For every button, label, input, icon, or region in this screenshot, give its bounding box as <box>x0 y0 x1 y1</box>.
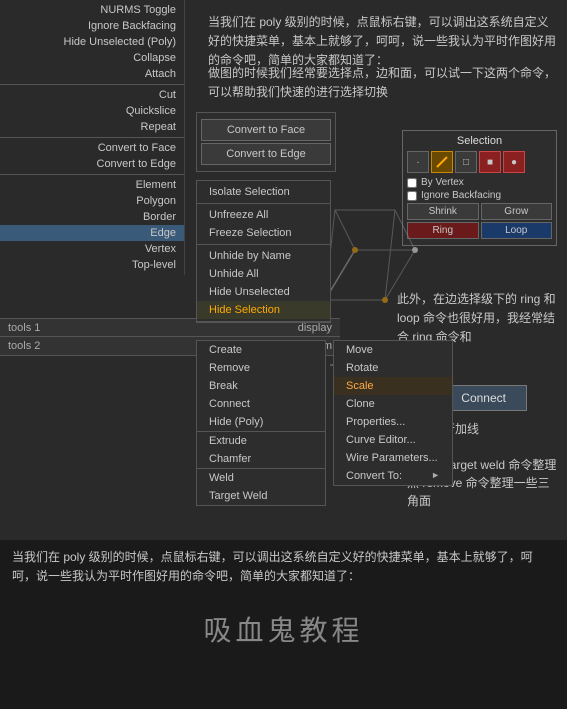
toolbar-convert-edge[interactable]: Convert to Edge <box>0 156 184 172</box>
divider1 <box>0 84 184 85</box>
connect-button[interactable]: Connect <box>440 385 527 411</box>
selection-panel: Selection · □ ■ ● By Vertex Ignore Backf… <box>402 130 557 246</box>
menu-isolate[interactable]: Isolate Selection <box>197 183 330 201</box>
text-content: 当我们在 poly 级别的时候，点鼠标右键，可以调出这系统自定义好的快捷菜单，基… <box>0 540 567 594</box>
toolbar-element[interactable]: Element <box>0 177 184 193</box>
menu-hide-poly[interactable]: Hide (Poly) <box>197 413 325 431</box>
context-menu: Isolate Selection Unfreeze All Freeze Se… <box>196 180 331 323</box>
ring-loop-row: Ring Loop <box>407 222 552 239</box>
selection-icon-row: · □ ■ ● <box>407 151 552 173</box>
transform-submenu: Move Rotate Scale Clone Properties... Cu… <box>333 340 453 486</box>
polygon-icon-sel[interactable]: ■ <box>479 151 501 173</box>
text-body-1: 当我们在 poly 级别的时候，点鼠标右键，可以调出这系统自定义好的快捷菜单，基… <box>12 548 555 586</box>
menu-unhide-all[interactable]: Unhide All <box>197 265 330 283</box>
ignore-backfacing-row: Ignore Backfacing <box>407 190 552 201</box>
toolbar-border[interactable]: Border <box>0 209 184 225</box>
annotation-text-2: 做图的时候我们经常要选择点，边和面，可以试一下这两个命令，可以帮助我们快速的进行… <box>208 64 559 102</box>
menu-remove[interactable]: Remove <box>197 359 325 377</box>
menu-unhide-name[interactable]: Unhide by Name <box>197 247 330 265</box>
menu-break[interactable]: Break <box>197 377 325 395</box>
toolbar-cut[interactable]: Cut <box>0 87 184 103</box>
toolbar-convert-face[interactable]: Convert to Face <box>0 140 184 156</box>
menu-rotate[interactable]: Rotate <box>334 359 452 377</box>
by-vertex-label: By Vertex <box>421 177 464 188</box>
divider3 <box>0 174 184 175</box>
left-toolbar: NURMS Toggle Ignore Backfacing Hide Unse… <box>0 0 185 275</box>
toolbar-collapse[interactable]: Collapse <box>0 50 184 66</box>
menu-extrude[interactable]: Extrude <box>197 432 325 450</box>
divider2 <box>0 137 184 138</box>
toolbar-attach[interactable]: Attach <box>0 66 184 82</box>
element-icon-sel[interactable]: ● <box>503 151 525 173</box>
by-vertex-row: By Vertex <box>407 177 552 188</box>
toolbar-vertex[interactable]: Vertex <box>0 241 184 257</box>
loop-btn[interactable]: Loop <box>481 222 553 239</box>
menu-convert-to[interactable]: Convert To: <box>334 467 452 485</box>
border-icon-sel[interactable]: □ <box>455 151 477 173</box>
menu-hide-unselected[interactable]: Hide Unselected <box>197 283 330 301</box>
vertex-icon[interactable]: · <box>407 151 429 173</box>
tools2-label: tools 2 <box>0 340 48 352</box>
menu-properties[interactable]: Properties... <box>334 413 452 431</box>
menu-freeze[interactable]: Freeze Selection <box>197 224 330 242</box>
by-vertex-checkbox[interactable] <box>407 178 417 188</box>
toolbar-repeat[interactable]: Repeat <box>0 119 184 135</box>
transform-menu: Create Remove Break Connect Hide (Poly) … <box>196 340 326 506</box>
menu-wire-params[interactable]: Wire Parameters... <box>334 449 452 467</box>
menu-clone[interactable]: Clone <box>334 395 452 413</box>
menu-scale[interactable]: Scale <box>334 377 452 395</box>
menu-connect[interactable]: Connect <box>197 395 325 413</box>
shrink-grow-row: Shrink Grow <box>407 203 552 220</box>
convert-to-face-btn[interactable]: Convert to Face <box>201 119 331 141</box>
menu-target-weld[interactable]: Target Weld <box>197 487 325 505</box>
ignore-backfacing-label: Ignore Backfacing <box>421 190 501 201</box>
annotation-text-2-area: 做图的时候我们经常要选择点，边和面，可以试一下这两个命令，可以帮助我们快速的进行… <box>200 60 567 106</box>
menu-curve-editor[interactable]: Curve Editor... <box>334 431 452 449</box>
menu-chamfer[interactable]: Chamfer <box>197 450 325 468</box>
menu-weld[interactable]: Weld <box>197 469 325 487</box>
toolbar-nurms[interactable]: NURMS Toggle <box>0 2 184 18</box>
edge-icon-sel[interactable] <box>431 151 453 173</box>
menu-move[interactable]: Move <box>334 341 452 359</box>
toolbar-polygon[interactable]: Polygon <box>0 193 184 209</box>
menu-hide-selection[interactable]: Hide Selection <box>197 301 330 319</box>
selection-title: Selection <box>407 135 552 147</box>
grow-btn[interactable]: Grow <box>481 203 553 220</box>
tools1-label: tools 1 <box>0 322 48 334</box>
ring-loop-annotation: 此外，在边选择级下的 ring 和 loop 命令也很好用，我经常结合 ring… <box>397 290 557 348</box>
ring-loop-text: 此外，在边选择级下的 ring 和 loop 命令也很好用，我经常结合 ring… <box>397 290 557 348</box>
toolbar-edge[interactable]: Edge <box>0 225 184 241</box>
menu-unfreeze[interactable]: Unfreeze All <box>197 206 330 224</box>
toolbar-hide-unselected[interactable]: Hide Unselected (Poly) <box>0 34 184 50</box>
toolbar-quickslice[interactable]: Quickslice <box>0 103 184 119</box>
convert-to-edge-btn[interactable]: Convert to Edge <box>201 143 331 165</box>
ignore-backfacing-checkbox[interactable] <box>407 191 417 201</box>
toolbar-top-level[interactable]: Top-level <box>0 257 184 273</box>
watermark: 吸血鬼教程 <box>203 609 363 649</box>
toolbar-ignore-backfacing[interactable]: Ignore Backfacing <box>0 18 184 34</box>
convert-panel: Convert to Face Convert to Edge <box>196 112 336 172</box>
menu-create[interactable]: Create <box>197 341 325 359</box>
